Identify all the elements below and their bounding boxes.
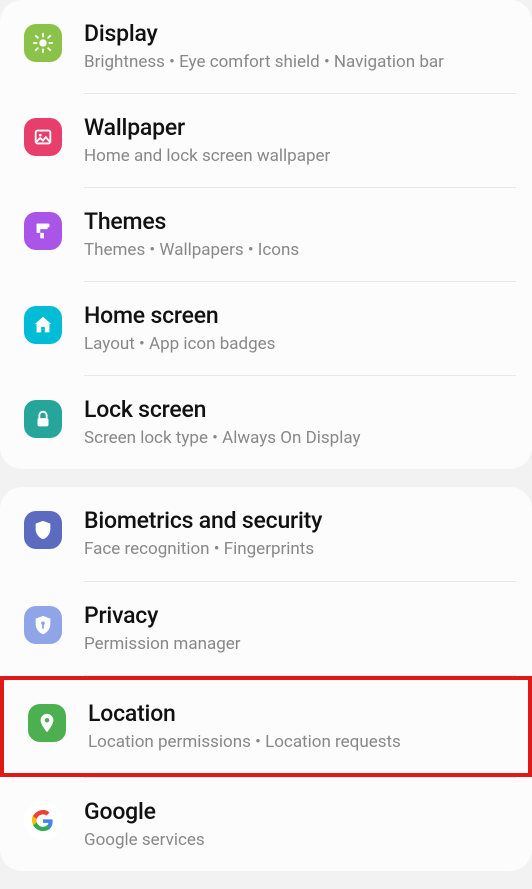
item-text: Google Google services <box>84 798 508 851</box>
item-subtitle: Layout • App icon badges <box>84 333 508 355</box>
item-text: Display Brightness • Eye comfort shield •… <box>84 20 508 73</box>
home-icon <box>24 306 62 344</box>
item-subtitle: Location permissions • Location requests <box>88 731 504 753</box>
item-subtitle: Face recognition • Fingerprints <box>84 538 508 560</box>
settings-item-google[interactable]: Google Google services <box>0 778 532 871</box>
settings-section: Display Brightness • Eye comfort shield •… <box>0 0 532 469</box>
paint-icon <box>24 212 62 250</box>
settings-item-privacy[interactable]: Privacy Permission manager <box>0 582 532 675</box>
item-title: Wallpaper <box>84 114 508 141</box>
image-icon <box>24 118 62 156</box>
item-title: Location <box>88 700 504 727</box>
item-text: Wallpaper Home and lock screen wallpaper <box>84 114 508 167</box>
item-subtitle: Home and lock screen wallpaper <box>84 145 508 167</box>
settings-item-lock-screen[interactable]: Lock screen Screen lock type • Always On … <box>0 376 532 469</box>
shield-key-icon <box>24 606 62 644</box>
item-title: Home screen <box>84 302 508 329</box>
item-title: Display <box>84 20 508 47</box>
google-icon <box>24 802 62 840</box>
pin-icon <box>28 704 66 742</box>
settings-section: Biometrics and security Face recognition … <box>0 487 532 870</box>
item-text: Location Location permissions • Location … <box>88 700 504 753</box>
item-subtitle: Brightness • Eye comfort shield • Naviga… <box>84 51 508 73</box>
item-title: Biometrics and security <box>84 507 508 534</box>
settings-item-home-screen[interactable]: Home screen Layout • App icon badges <box>0 282 532 375</box>
settings-item-themes[interactable]: Themes Themes • Wallpapers • Icons <box>0 188 532 281</box>
item-subtitle: Themes • Wallpapers • Icons <box>84 239 508 261</box>
brightness-icon <box>24 24 62 62</box>
shield-icon <box>24 511 62 549</box>
settings-item-wallpaper[interactable]: Wallpaper Home and lock screen wallpaper <box>0 94 532 187</box>
settings-item-biometrics[interactable]: Biometrics and security Face recognition … <box>0 487 532 580</box>
item-subtitle: Google services <box>84 829 508 851</box>
item-text: Privacy Permission manager <box>84 602 508 655</box>
item-subtitle: Permission manager <box>84 633 508 655</box>
item-text: Biometrics and security Face recognition … <box>84 507 508 560</box>
item-title: Privacy <box>84 602 508 629</box>
item-title: Google <box>84 798 508 825</box>
item-text: Home screen Layout • App icon badges <box>84 302 508 355</box>
lock-icon <box>24 400 62 438</box>
settings-item-location[interactable]: Location Location permissions • Location … <box>0 676 532 777</box>
item-text: Lock screen Screen lock type • Always On … <box>84 396 508 449</box>
item-title: Themes <box>84 208 508 235</box>
item-title: Lock screen <box>84 396 508 423</box>
item-text: Themes Themes • Wallpapers • Icons <box>84 208 508 261</box>
item-subtitle: Screen lock type • Always On Display <box>84 427 508 449</box>
settings-item-display[interactable]: Display Brightness • Eye comfort shield •… <box>0 0 532 93</box>
